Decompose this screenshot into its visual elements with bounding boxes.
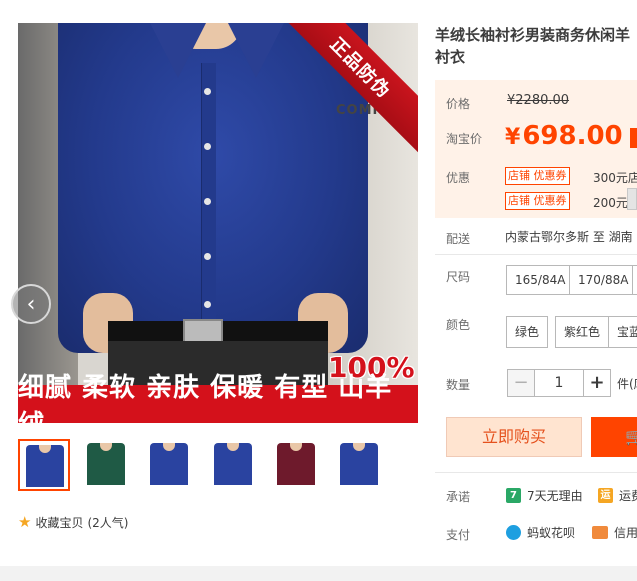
taobao-price: ¥698.00 [505,121,623,151]
shipping-insurance-icon: 运 [598,488,613,503]
belt-buckle [183,319,223,343]
taobao-price-label: 淘宝价 [446,132,483,146]
price-tag-icon [630,128,637,148]
prev-image-button[interactable]: ‹ [11,284,51,324]
favorite-count: (2人气) [87,515,129,530]
buy-now-button[interactable]: 立即购买 [446,417,582,457]
star-icon: ★ [18,513,32,531]
payment-label: 支付 [446,528,471,542]
delivery-text[interactable]: 内蒙古鄂尔多斯 至 湖南 [505,228,633,245]
color-label: 颜色 [446,318,471,332]
quantity-label: 数量 [446,378,471,392]
size-option-170[interactable]: 170/88A [569,265,637,295]
main-product-image[interactable]: COMPOSU 正品防伪 100% 细腻 柔软 亲肤 保暖 有型 山羊绒 [18,23,418,423]
add-to-cart-button[interactable]: 🛒 [591,417,637,457]
thumbnail-5[interactable] [271,439,323,491]
coupon-tag-1[interactable]: 店铺 优惠券 [505,167,570,185]
promo-band: 细腻 柔软 亲肤 保暖 有型 山羊绒 [18,373,418,423]
color-option-royal-blue[interactable]: 宝蓝 [608,316,637,348]
product-title: 羊绒长袖衬衫男装商务休闲羊 衬衣 [435,26,631,66]
seven-day-return-icon: 7 [506,488,521,503]
divider [435,254,637,255]
size-label: 尺码 [446,270,471,284]
promise-label: 承诺 [446,490,471,504]
quantity-input[interactable] [534,369,584,397]
coupon-tag-2[interactable]: 店铺 优惠券 [505,192,570,210]
promise-item-7day[interactable]: 7 7天无理由 [506,487,583,504]
thumbnail-2[interactable] [81,439,133,491]
original-price: ¥2280.00 [507,93,570,108]
credit-card-icon [592,526,608,539]
color-option-purple-red[interactable]: 紫红色 [555,316,610,348]
chevron-left-icon: ‹ [26,291,36,317]
size-option-165[interactable]: 165/84A [506,265,575,295]
coupon-scroll-handle[interactable] [627,188,637,210]
coupon-text-1: 300元店 [593,171,637,185]
quantity-increment-button[interactable]: + [583,369,611,397]
promise-item-shipping[interactable]: 运 运费 [598,487,637,504]
thumbnail-4[interactable] [208,439,260,491]
quantity-unit: 件(库 [617,377,637,391]
huabei-icon [506,525,521,540]
size-option-more[interactable] [632,265,637,295]
divider [435,472,637,473]
thumbnail-3[interactable] [144,439,196,491]
thumbnail-1[interactable] [18,439,70,491]
page-bottom-band [0,566,637,581]
payment-item-huabei[interactable]: 蚂蚁花呗 [506,524,575,541]
favorite-label: 收藏宝贝 [35,515,84,530]
promo-label: 优惠 [446,171,471,185]
thumbnail-6[interactable] [334,439,386,491]
favorite-link[interactable]: ★ 收藏宝贝 (2人气) [18,513,128,531]
price-label: 价格 [446,97,471,111]
thumbnail-strip [18,439,418,494]
delivery-label: 配送 [446,232,471,246]
color-option-green[interactable]: 绿色 [506,316,549,348]
cart-icon: 🛒 [625,427,637,446]
quantity-decrement-button[interactable]: − [507,369,535,397]
payment-item-credit[interactable]: 信用 [592,524,637,541]
